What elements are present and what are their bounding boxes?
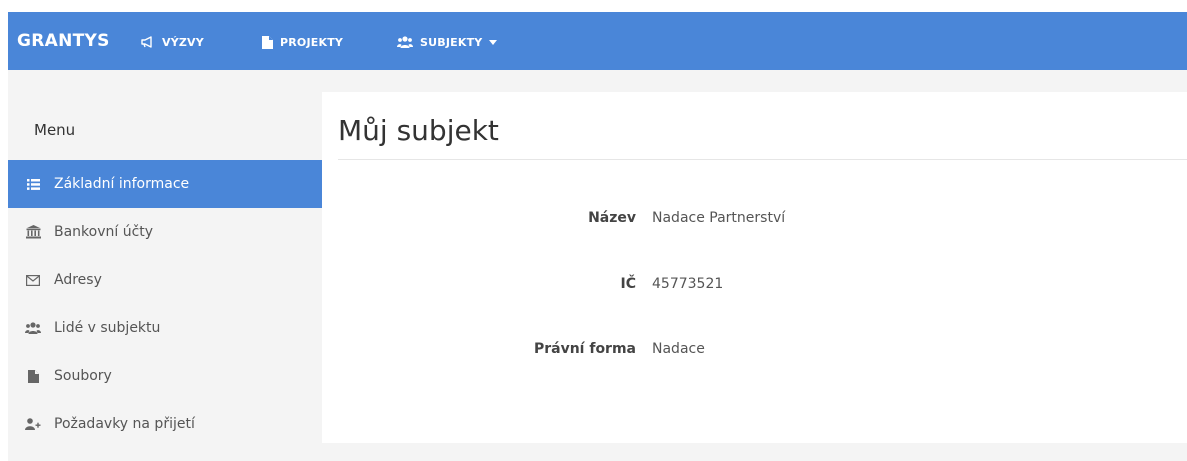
nav-subjekty[interactable]: SUBJEKTY [397, 34, 498, 50]
field-label-ic: IČ [620, 276, 636, 292]
sidebar-item-label: Základní informace [54, 176, 190, 192]
nav-projekty-label: PROJEKTY [280, 35, 344, 49]
users-icon [397, 36, 413, 48]
bank-icon [25, 224, 41, 240]
field-label-pravni-forma: Právní forma [533, 341, 636, 357]
page-title: Můj subjekt [338, 114, 499, 147]
field-value-ic: 45773521 [652, 276, 724, 292]
bullhorn-icon [141, 36, 155, 48]
sidebar-item-zakladni-informace[interactable]: Základní informace [8, 160, 322, 208]
sidebar-item-label: Lidé v subjektu [54, 320, 161, 336]
sidebar-item-lide-v-subjektu[interactable]: Lidé v subjektu [8, 304, 322, 352]
app-frame: GRANTYS VÝZVY PROJEKTY SUBJEKTY Menu Zák… [8, 12, 1187, 461]
file-icon [262, 35, 273, 49]
content-area: Menu Základní informace Bankovní účty Ad… [8, 92, 1187, 443]
caret-down-icon [489, 39, 498, 45]
sidebar-item-label: Adresy [54, 272, 102, 288]
sidebar-item-soubory[interactable]: Soubory [8, 352, 322, 400]
field-value-pravni-forma: Nadace [652, 341, 705, 357]
envelope-icon [25, 272, 41, 288]
sidebar-item-label: Požadavky na přijetí [54, 416, 195, 432]
nav-vyzvy[interactable]: VÝZVY [141, 34, 204, 50]
top-navbar: GRANTYS VÝZVY PROJEKTY SUBJEKTY [8, 12, 1187, 70]
list-icon [25, 176, 41, 192]
field-value-nazev: Nadace Partnerství [652, 210, 786, 226]
users-icon [25, 320, 41, 336]
nav-projekty[interactable]: PROJEKTY [262, 34, 343, 50]
nav-vyzvy-label: VÝZVY [162, 35, 204, 49]
sidebar-item-bankovni-ucty[interactable]: Bankovní účty [8, 208, 322, 256]
brand-logo[interactable]: GRANTYS [17, 31, 110, 51]
sidebar-item-label: Soubory [54, 368, 112, 384]
user-plus-icon [25, 416, 41, 432]
sidebar: Menu Základní informace Bankovní účty Ad… [8, 92, 322, 443]
sidebar-item-pozadavky-na-prijeti[interactable]: Požadavky na přijetí [8, 400, 322, 448]
field-label-nazev: Název [588, 210, 636, 226]
sidebar-item-label: Bankovní účty [54, 224, 154, 240]
title-divider [338, 159, 1187, 160]
sidebar-item-adresy[interactable]: Adresy [8, 256, 322, 304]
main-panel: Můj subjekt Název Nadace Partnerství IČ … [322, 92, 1187, 443]
file-icon [25, 368, 41, 384]
sidebar-title: Menu [34, 121, 76, 139]
nav-subjekty-label: SUBJEKTY [420, 35, 483, 49]
